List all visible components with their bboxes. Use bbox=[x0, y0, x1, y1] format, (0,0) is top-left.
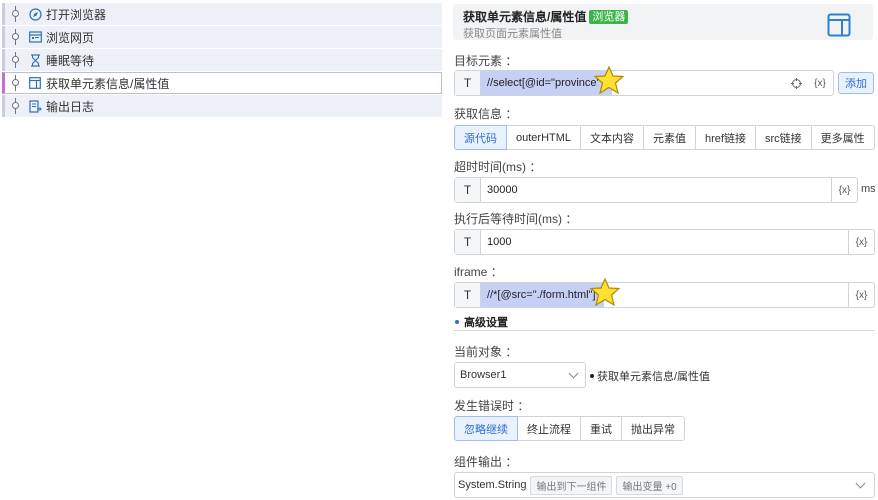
output-tag-next[interactable]: 输出到下一组件 bbox=[530, 475, 613, 495]
get-info-option-source[interactable]: 源代码 bbox=[454, 125, 507, 150]
component-title: 获取单元素信息/属性值 浏览器 bbox=[463, 8, 629, 25]
text-mode-toggle[interactable]: T bbox=[455, 283, 481, 307]
get-info-option-src[interactable]: src链接 bbox=[755, 125, 812, 150]
flow-item-sleep-wait[interactable]: 睡眠等待 bbox=[2, 49, 442, 71]
component-header: 获取单元素信息/属性值 浏览器 获取页面元素属性值 bbox=[453, 4, 873, 40]
current-object-note-text: 获取单元素信息/属性值 bbox=[597, 371, 711, 383]
element-panel-icon bbox=[28, 76, 42, 90]
wait-after-field[interactable]: T 1000 {x} bbox=[454, 229, 875, 255]
category-badge: 浏览器 bbox=[589, 9, 629, 24]
iframe-field[interactable]: T //*[@src="./form.html"] {x} bbox=[454, 282, 875, 308]
connector-hook-icon bbox=[10, 72, 24, 94]
hourglass-icon bbox=[28, 53, 42, 67]
wait-after-label: 执行后等待时间(ms) ： bbox=[454, 212, 578, 226]
output-tag-variable[interactable]: 输出变量 +0 bbox=[616, 475, 683, 495]
component-title-text: 获取单元素信息/属性值 bbox=[463, 10, 587, 24]
current-object-label: 当前对象 ： bbox=[454, 345, 518, 359]
log-output-icon bbox=[28, 99, 42, 113]
flow-item-output-log[interactable]: 输出日志 bbox=[2, 95, 442, 117]
chevron-down-icon bbox=[855, 478, 866, 489]
property-panel: 获取单元素信息/属性值 浏览器 获取页面元素属性值 目标元素 ： T //sel… bbox=[451, 0, 878, 500]
star-icon bbox=[590, 278, 620, 306]
component-subtitle: 获取页面元素属性值 bbox=[463, 28, 562, 40]
target-element-field[interactable]: T //select[@id="province"] {x} bbox=[454, 70, 834, 96]
add-button[interactable]: 添加 bbox=[838, 72, 874, 94]
variable-button[interactable]: {x} bbox=[807, 71, 833, 95]
text-mode-toggle[interactable]: T bbox=[455, 71, 481, 95]
on-error-option-stop[interactable]: 终止流程 bbox=[517, 416, 581, 441]
current-object-note: 获取单元素信息/属性值 bbox=[590, 368, 710, 384]
advanced-settings-header[interactable]: 高级设置 bbox=[453, 313, 875, 331]
advanced-settings-title: 高级设置 bbox=[464, 316, 508, 329]
timeout-unit: ms bbox=[861, 183, 876, 195]
get-info-label: 获取信息 ： bbox=[454, 107, 518, 121]
variable-button[interactable]: {x} bbox=[831, 178, 857, 202]
timeout-value[interactable]: 30000 bbox=[481, 178, 518, 202]
on-error-label: 发生错误时 ： bbox=[454, 399, 530, 413]
get-info-option-href[interactable]: href链接 bbox=[695, 125, 756, 150]
flow-item-open-browser[interactable]: 打开浏览器 bbox=[2, 3, 442, 25]
on-error-option-throw[interactable]: 抛出异常 bbox=[621, 416, 685, 441]
get-info-segmented: 源代码 outerHTML 文本内容 元素值 href链接 src链接 更多属性 bbox=[454, 125, 875, 150]
flow-list: 打开浏览器 浏览网页 睡眠等待 获取单元素信息/属性值 输出日志 bbox=[0, 0, 444, 118]
element-panel-icon bbox=[827, 13, 851, 37]
on-error-segmented: 忽略继续 终止流程 重试 抛出异常 bbox=[454, 416, 685, 441]
current-object-select[interactable]: Browser1 bbox=[454, 362, 586, 388]
target-element-label: 目标元素 ： bbox=[454, 54, 518, 68]
flow-item-get-element-info[interactable]: 获取单元素信息/属性值 bbox=[2, 72, 442, 94]
connector-hook-icon bbox=[10, 49, 24, 71]
output-label: 组件输出 ： bbox=[454, 455, 518, 469]
flow-item-browse-page[interactable]: 浏览网页 bbox=[2, 26, 442, 48]
target-element-value[interactable]: //select[@id="province"] bbox=[481, 71, 612, 95]
timeout-label: 超时时间(ms) ： bbox=[454, 160, 542, 174]
connector-hook-icon bbox=[10, 3, 24, 25]
flow-item-label: 获取单元素信息/属性值 bbox=[46, 76, 170, 91]
text-mode-toggle[interactable]: T bbox=[455, 230, 481, 254]
on-error-option-retry[interactable]: 重试 bbox=[580, 416, 622, 441]
timeout-field[interactable]: T 30000 {x} bbox=[454, 177, 858, 203]
output-select[interactable]: System.String 输出到下一组件 输出变量 +0 bbox=[454, 472, 875, 498]
chevron-down-icon bbox=[568, 368, 579, 379]
flow-item-label: 输出日志 bbox=[46, 99, 95, 114]
get-info-option-outerhtml[interactable]: outerHTML bbox=[506, 125, 582, 150]
flow-item-label: 打开浏览器 bbox=[46, 7, 107, 22]
get-info-option-more[interactable]: 更多属性 bbox=[810, 125, 875, 150]
variable-button[interactable]: {x} bbox=[848, 230, 874, 254]
wait-after-value[interactable]: 1000 bbox=[481, 230, 511, 254]
compass-icon bbox=[28, 7, 42, 21]
iframe-value[interactable]: //*[@src="./form.html"] bbox=[481, 283, 604, 307]
text-mode-toggle[interactable]: T bbox=[455, 178, 481, 202]
output-type: System.String bbox=[458, 479, 527, 491]
connector-hook-icon bbox=[10, 26, 24, 48]
on-error-option-ignore[interactable]: 忽略继续 bbox=[454, 416, 518, 441]
flow-item-label: 浏览网页 bbox=[46, 30, 95, 45]
flow-item-label: 睡眠等待 bbox=[46, 53, 95, 68]
variable-button[interactable]: {x} bbox=[848, 283, 874, 307]
star-icon bbox=[594, 66, 624, 94]
browser-window-icon bbox=[28, 30, 42, 44]
get-info-option-value[interactable]: 元素值 bbox=[643, 125, 697, 150]
section-dot-icon bbox=[455, 319, 459, 324]
bullet-icon bbox=[590, 374, 594, 378]
connector-hook-icon bbox=[10, 95, 24, 117]
get-info-option-text[interactable]: 文本内容 bbox=[580, 125, 645, 150]
element-picker-icon[interactable] bbox=[785, 71, 807, 95]
current-object-value: Browser1 bbox=[460, 369, 507, 381]
iframe-label: iframe ： bbox=[454, 265, 503, 279]
